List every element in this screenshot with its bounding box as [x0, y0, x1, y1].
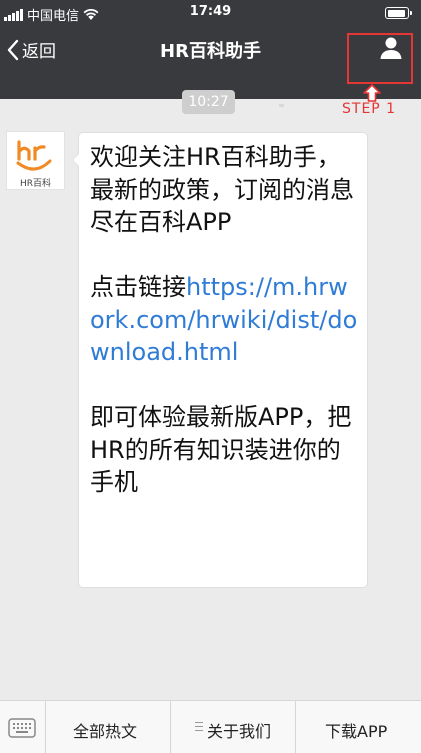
message-bubble: 欢迎关注HR百科助手，最新的政策，订阅的消息尽在百科APP 点击链接https:…	[72, 132, 368, 588]
submenu-icon	[195, 722, 203, 731]
battery-icon	[385, 7, 412, 19]
menu-item-about-us[interactable]: 关于我们	[171, 701, 296, 753]
status-time: 17:49	[189, 4, 232, 19]
keyboard-icon	[8, 718, 36, 738]
message-paragraph-3: 即可体验最新版APP，把HR的所有知识装进你的手机	[90, 403, 352, 496]
step-highlight-box	[347, 33, 413, 84]
message-text: 欢迎关注HR百科助手，最新的政策，订阅的消息尽在百科APP 点击链接https:…	[90, 141, 358, 499]
status-bar: 中国电信 17:49	[0, 0, 421, 28]
bottom-menu: 全部热文 关于我们 下载APP	[0, 700, 421, 753]
menu-item-hot-articles[interactable]: 全部热文	[46, 701, 171, 753]
menu-item-download-app[interactable]: 下载APP	[296, 701, 421, 753]
divider-mark	[279, 104, 284, 107]
avatar[interactable]: HR百科	[6, 131, 65, 190]
message-paragraph-1: 欢迎关注HR百科助手，最新的政策，订阅的消息尽在百科APP	[90, 143, 354, 236]
keyboard-toggle[interactable]	[0, 701, 46, 753]
avatar-brand-label: HR百科	[19, 179, 52, 189]
menu-item-label: 全部热文	[73, 722, 138, 741]
step-label: STEP 1	[342, 101, 397, 117]
message-timestamp: 10:27	[182, 90, 235, 114]
message-link-prefix: 点击链接	[90, 273, 186, 301]
up-arrow-icon	[363, 84, 381, 102]
menu-item-label: 关于我们	[207, 722, 272, 741]
message-paragraph-2: 点击链接https://m.hrwork.com/hrwiki/dist/dow…	[90, 271, 358, 369]
hr-logo-icon	[16, 140, 52, 171]
menu-item-label: 下载APP	[325, 722, 388, 741]
